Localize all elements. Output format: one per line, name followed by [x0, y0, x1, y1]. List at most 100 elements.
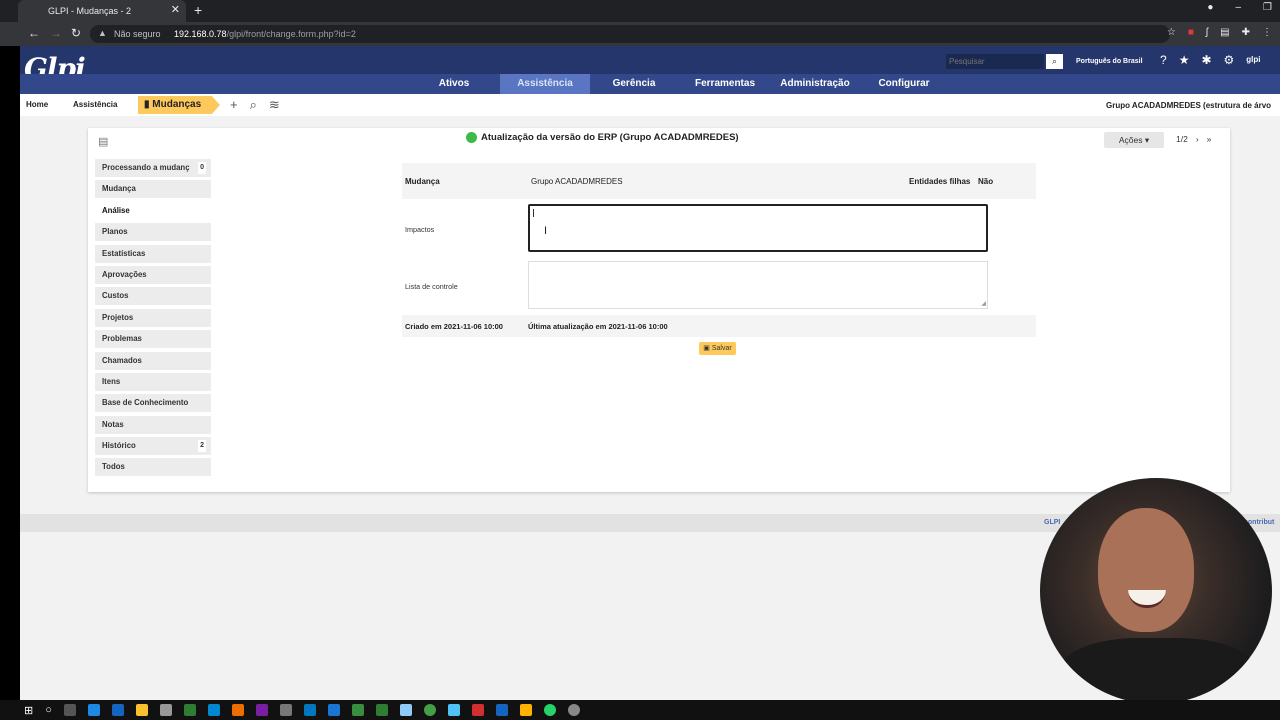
tab-item[interactable]: Histórico 2 — [95, 437, 211, 456]
close-tab-icon[interactable]: ✕ — [171, 3, 180, 16]
tab-item[interactable]: Problemas — [95, 330, 211, 349]
task-view-icon[interactable] — [63, 704, 76, 716]
onenote-icon[interactable] — [255, 704, 268, 716]
app-icon[interactable] — [351, 704, 364, 716]
reading-list-icon[interactable]: ▤ — [1220, 27, 1229, 38]
star-icon[interactable]: ★ — [1179, 53, 1190, 67]
app-icon[interactable] — [327, 704, 340, 716]
browser-tabstrip: GLPI - Mudanças - 2 ✕ + ● – ❐ — [0, 0, 1280, 22]
tab-item[interactable]: Mudança — [95, 180, 211, 199]
tab-label: Notas — [102, 419, 124, 429]
app-icon[interactable] — [399, 704, 412, 716]
app-icon[interactable] — [567, 704, 580, 716]
tab-label: Análise — [102, 205, 130, 215]
tab-label: Projetos — [102, 312, 134, 322]
bookmark-star-icon[interactable]: ☆ — [1167, 27, 1176, 38]
word-icon[interactable] — [495, 704, 508, 716]
menu-administracao[interactable]: Administração — [772, 74, 858, 94]
tab-item[interactable]: Todos — [95, 458, 211, 477]
search-icon[interactable]: ⌕ — [250, 97, 257, 113]
entity-selector[interactable]: Grupo ACADADMREDES (estrutura de árvo — [1106, 101, 1271, 110]
profile-icon[interactable]: ● — [1207, 2, 1213, 13]
search-input[interactable] — [946, 54, 1044, 69]
windows-start-icon[interactable]: ⊞ — [24, 704, 33, 717]
back-icon[interactable]: ← — [28, 26, 40, 40]
gear-icon[interactable]: ⚙ — [1224, 53, 1235, 67]
tab-label: Aprovações — [102, 269, 147, 279]
tab-item[interactable]: Chamados — [95, 351, 211, 370]
tab-item[interactable]: Projetos — [95, 308, 211, 327]
language-selector[interactable]: Português do Brasil — [1076, 58, 1143, 65]
extension-icon[interactable]: ■ — [1188, 27, 1194, 38]
tab-item[interactable]: Custos — [95, 287, 211, 306]
search-circle-icon[interactable]: ○ — [45, 704, 52, 716]
restore-icon[interactable]: ❐ — [1263, 2, 1272, 13]
menu-ativos[interactable]: Ativos — [420, 74, 488, 94]
created-date: Criado em 2021-11-06 10:00 — [405, 322, 503, 331]
tab-item[interactable]: Aprovações — [95, 265, 211, 284]
breadcrumb-assistencia[interactable]: Assistência — [73, 100, 117, 109]
text-caret — [533, 209, 534, 217]
app-icon[interactable] — [375, 704, 388, 716]
extension-icon[interactable]: ʃ — [1206, 27, 1208, 38]
breadcrumb-home[interactable]: Home — [26, 100, 48, 109]
tab-item[interactable]: Estatísticas — [95, 244, 211, 263]
tab-item[interactable]: Itens — [95, 372, 211, 391]
new-tab-icon[interactable]: + — [194, 2, 202, 18]
menu-gerencia[interactable]: Gerência — [596, 74, 672, 94]
save-button[interactable]: ▣ Salvar — [699, 342, 736, 355]
menu-assistencia[interactable]: Assistência — [500, 74, 590, 94]
last-icon[interactable]: » — [1207, 134, 1212, 144]
edge-icon[interactable] — [87, 704, 100, 716]
address-bar[interactable]: ▲ Não seguro 192.168.0.78/glpi/front/cha… — [90, 25, 1170, 43]
resize-handle-icon[interactable]: ◢ — [981, 300, 986, 307]
actions-button[interactable]: Ações ▾ — [1104, 132, 1164, 148]
tab-item[interactable]: Análise — [95, 201, 211, 220]
folder-icon[interactable] — [135, 704, 148, 716]
tab-item[interactable]: Notas — [95, 415, 211, 434]
breadcrumb-current[interactable]: ▮ Mudanças — [138, 96, 220, 114]
puzzle-icon[interactable]: ✚ — [1242, 27, 1250, 38]
app-icon[interactable] — [447, 704, 460, 716]
tab-label: Estatísticas — [102, 248, 146, 258]
tab-item[interactable]: Processando a mudanç 0 — [95, 159, 211, 177]
chrome-icon[interactable] — [423, 704, 436, 716]
firefox-icon[interactable] — [231, 704, 244, 716]
warning-icon: ▲ — [98, 28, 107, 38]
outlook-icon[interactable] — [303, 704, 316, 716]
checklist-textarea[interactable]: ◢ — [528, 261, 988, 309]
tab-label: Chamados — [102, 355, 142, 365]
app-icon[interactable] — [519, 704, 532, 716]
layers-icon[interactable]: ≋ — [269, 97, 280, 113]
whatsapp-icon[interactable] — [543, 704, 556, 716]
tab-label: Custos — [102, 291, 129, 301]
security-label: Não seguro — [114, 29, 161, 39]
list-icon[interactable]: ▤ — [98, 135, 108, 148]
app-icon[interactable] — [159, 704, 172, 716]
item-title-text: Atualização da versão do ERP (Grupo ACAD… — [481, 132, 739, 143]
help-icon[interactable]: ? — [1160, 53, 1167, 67]
app-icon[interactable] — [279, 704, 292, 716]
tab-item[interactable]: Planos — [95, 223, 211, 242]
url-path: /glpi/front/change.form.php?id=2 — [226, 29, 356, 39]
menu-ferramentas[interactable]: Ferramentas — [682, 74, 768, 94]
impacts-textarea[interactable]: I — [528, 204, 988, 252]
minimize-icon[interactable]: – — [1235, 2, 1241, 13]
browser-tab[interactable]: GLPI - Mudanças - 2 ✕ — [18, 0, 186, 22]
add-icon[interactable]: + — [230, 97, 238, 113]
excel-icon[interactable] — [183, 704, 196, 716]
powerpoint-icon[interactable] — [471, 704, 484, 716]
forward-icon[interactable]: → — [50, 26, 62, 40]
bug-icon[interactable]: ✱ — [1201, 53, 1211, 67]
tab-item[interactable]: Base de Conhecimento — [95, 394, 211, 413]
footer-glpi-link[interactable]: GLPI — [1044, 519, 1060, 526]
next-icon[interactable]: › — [1196, 134, 1199, 144]
menu-icon[interactable]: ⋮ — [1262, 27, 1272, 38]
app-icon[interactable] — [207, 704, 220, 716]
user-menu[interactable]: glpi — [1246, 55, 1260, 67]
search-icon[interactable]: ⌕ — [1046, 54, 1063, 69]
reload-icon[interactable]: ↻ — [71, 26, 81, 40]
menu-configurar[interactable]: Configurar — [868, 74, 940, 94]
word-icon[interactable] — [111, 704, 124, 716]
tab-count-badge: 2 — [198, 440, 206, 453]
